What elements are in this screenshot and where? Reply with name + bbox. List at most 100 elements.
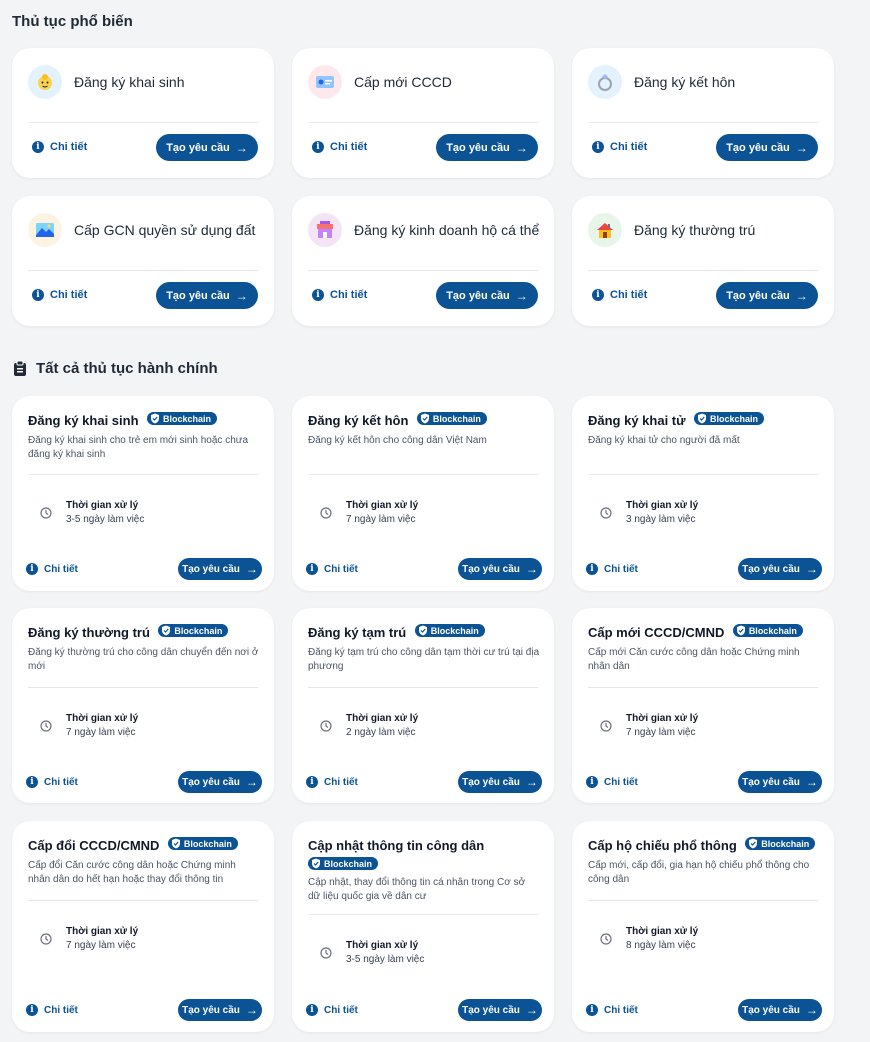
create-request-button[interactable]: Tạo yêu cầu →: [458, 999, 542, 1021]
info-icon: i: [26, 776, 38, 788]
procedure-card[interactable]: Đăng ký kết hôn Blockchain Đăng ký kết h…: [292, 396, 554, 591]
create-request-button[interactable]: Tạo yêu cầu →: [156, 282, 258, 309]
procedure-title: Đăng ký kết hôn: [308, 413, 409, 428]
detail-link[interactable]: i Chi tiết: [26, 563, 78, 575]
processing-time: Thời gian xử lý 2 ngày làm việc: [320, 712, 418, 740]
procedure-description: Đăng ký khai tử cho người đã mất: [588, 435, 740, 446]
procedure-card-header: Cập nhật thông tin công dân Blockchain: [308, 837, 540, 875]
detail-link[interactable]: i Chi tiết: [26, 1004, 78, 1016]
create-request-button[interactable]: Tạo yêu cầu →: [458, 771, 542, 793]
procedure-card[interactable]: Cấp mới CCCD/CMND Blockchain Cấp mới Căn…: [572, 608, 834, 803]
detail-link[interactable]: i Chi tiết: [306, 1004, 358, 1016]
detail-link[interactable]: i Chi tiết: [586, 776, 638, 788]
create-request-button[interactable]: Tạo yêu cầu →: [738, 558, 822, 580]
procedure-card[interactable]: Cấp hộ chiếu phổ thông Blockchain Cấp mớ…: [572, 821, 834, 1032]
divider: [308, 270, 538, 271]
popular-card[interactable]: Đăng ký kinh doanh hộ cá thể i Chi tiết T…: [292, 196, 554, 326]
detail-link[interactable]: i Chi tiết: [586, 1004, 638, 1016]
processing-time-label: Thời gian xử lý: [66, 500, 139, 511]
clock-icon: [600, 933, 612, 945]
create-request-button[interactable]: Tạo yêu cầu →: [436, 282, 538, 309]
detail-link[interactable]: i Chi tiết: [312, 141, 367, 153]
popular-card[interactable]: Đăng ký kết hôn i Chi tiết Tạo yêu cầu →: [572, 48, 834, 178]
create-request-button[interactable]: Tạo yêu cầu →: [178, 558, 262, 580]
blockchain-badge-label: Blockchain: [432, 413, 481, 424]
popular-card-header: Đăng ký kết hôn: [588, 65, 735, 99]
processing-time-value: 3-5 ngày làm việc: [346, 954, 425, 965]
detail-link[interactable]: i Chi tiết: [26, 776, 78, 788]
create-request-button[interactable]: Tạo yêu cầu →: [738, 999, 822, 1021]
detail-link[interactable]: i Chi tiết: [592, 289, 647, 301]
info-icon: i: [26, 563, 38, 575]
arrow-right-icon: →: [805, 1003, 818, 1017]
popular-card[interactable]: Cấp GCN quyền sử dụng đất i Chi tiết Tạo …: [12, 196, 274, 326]
create-request-button[interactable]: Tạo yêu cầu →: [436, 134, 538, 161]
detail-link[interactable]: i Chi tiết: [586, 563, 638, 575]
processing-time-label: Thời gian xử lý: [66, 713, 139, 724]
divider: [28, 900, 258, 901]
procedure-card[interactable]: Đăng ký tạm trú Blockchain Đăng ký tạm t…: [292, 608, 554, 803]
divider: [28, 270, 258, 271]
create-request-button[interactable]: Tạo yêu cầu →: [178, 999, 262, 1021]
create-request-button[interactable]: Tạo yêu cầu →: [716, 134, 818, 161]
arrow-right-icon: →: [805, 562, 818, 576]
processing-time-value: 3 ngày làm việc: [626, 514, 696, 525]
detail-link[interactable]: i Chi tiết: [32, 289, 87, 301]
shield-check-icon: [312, 858, 320, 869]
procedure-card[interactable]: Cấp đổi CCCD/CMND Blockchain Cấp đổi Căn…: [12, 821, 274, 1032]
procedure-card[interactable]: Cập nhật thông tin công dân Blockchain C…: [292, 821, 554, 1032]
processing-time-value: 2 ngày làm việc: [346, 727, 416, 738]
popular-title-text: Thủ tục phổ biến: [12, 13, 133, 30]
procedure-card-header: Đăng ký tạm trú Blockchain: [308, 624, 540, 642]
detail-link[interactable]: i Chi tiết: [306, 563, 358, 575]
procedure-title: Cấp đổi CCCD/CMND: [28, 838, 160, 853]
detail-label: Chi tiết: [324, 563, 358, 575]
procedure-card[interactable]: Đăng ký thường trú Blockchain Đăng ký th…: [12, 608, 274, 803]
detail-label: Chi tiết: [44, 1004, 78, 1016]
detail-label: Chi tiết: [50, 289, 88, 301]
processing-time-value: 3-5 ngày làm việc: [66, 514, 145, 525]
blockchain-badge: Blockchain: [745, 837, 816, 850]
divider: [308, 914, 538, 915]
processing-time-text: Thời gian xử lý 3 ngày làm việc: [626, 499, 698, 527]
processing-time-label: Thời gian xử lý: [346, 713, 419, 724]
popular-card[interactable]: Đăng ký thường trú i Chi tiết Tạo yêu cầu…: [572, 196, 834, 326]
blockchain-badge: Blockchain: [694, 412, 765, 425]
detail-link[interactable]: i Chi tiết: [312, 289, 367, 301]
processing-time-value: 7 ngày làm việc: [66, 940, 136, 951]
processing-time-text: Thời gian xử lý 8 ngày làm việc: [626, 925, 698, 953]
divider: [28, 122, 258, 123]
processing-time-value: 8 ngày làm việc: [626, 940, 696, 951]
procedure-card[interactable]: Đăng ký khai sinh Blockchain Đăng ký kha…: [12, 396, 274, 591]
procedure-card-header: Cấp hộ chiếu phổ thông Blockchain: [588, 837, 820, 855]
arrow-right-icon: →: [245, 1003, 258, 1017]
create-request-label: Tạo yêu cầu: [726, 141, 790, 154]
create-request-button[interactable]: Tạo yêu cầu →: [458, 558, 542, 580]
info-icon: i: [586, 776, 598, 788]
detail-label: Chi tiết: [44, 563, 78, 575]
procedure-card[interactable]: Đăng ký khai tử Blockchain Đăng ký khai …: [572, 396, 834, 591]
detail-label: Chi tiết: [324, 1004, 358, 1016]
detail-link[interactable]: i Chi tiết: [592, 141, 647, 153]
processing-time-label: Thời gian xử lý: [626, 713, 699, 724]
popular-card[interactable]: Cấp mới CCCD i Chi tiết Tạo yêu cầu →: [292, 48, 554, 178]
info-icon: i: [312, 141, 324, 153]
shield-check-icon: [151, 413, 159, 424]
create-request-button[interactable]: Tạo yêu cầu →: [156, 134, 258, 161]
create-request-label: Tạo yêu cầu: [446, 289, 510, 302]
detail-link[interactable]: i Chi tiết: [306, 776, 358, 788]
create-request-label: Tạo yêu cầu: [742, 563, 800, 575]
detail-link[interactable]: i Chi tiết: [32, 141, 87, 153]
blockchain-badge: Blockchain: [732, 624, 803, 637]
info-icon: i: [32, 289, 44, 301]
create-request-button[interactable]: Tạo yêu cầu →: [716, 282, 818, 309]
popular-card[interactable]: Đăng ký khai sinh i Chi tiết Tạo yêu cầu →: [12, 48, 274, 178]
popular-card-title: Cấp GCN quyền sử dụng đất: [74, 222, 256, 238]
create-request-button[interactable]: Tạo yêu cầu →: [178, 771, 262, 793]
clock-icon: [600, 507, 612, 519]
popular-card-header: Đăng ký thường trú: [588, 213, 755, 247]
processing-time: Thời gian xử lý 3 ngày làm việc: [600, 499, 698, 527]
clock-icon: [320, 507, 332, 519]
procedure-description: Cập nhật, thay đổi thông tin cá nhân tro…: [308, 877, 526, 902]
create-request-button[interactable]: Tạo yêu cầu →: [738, 771, 822, 793]
